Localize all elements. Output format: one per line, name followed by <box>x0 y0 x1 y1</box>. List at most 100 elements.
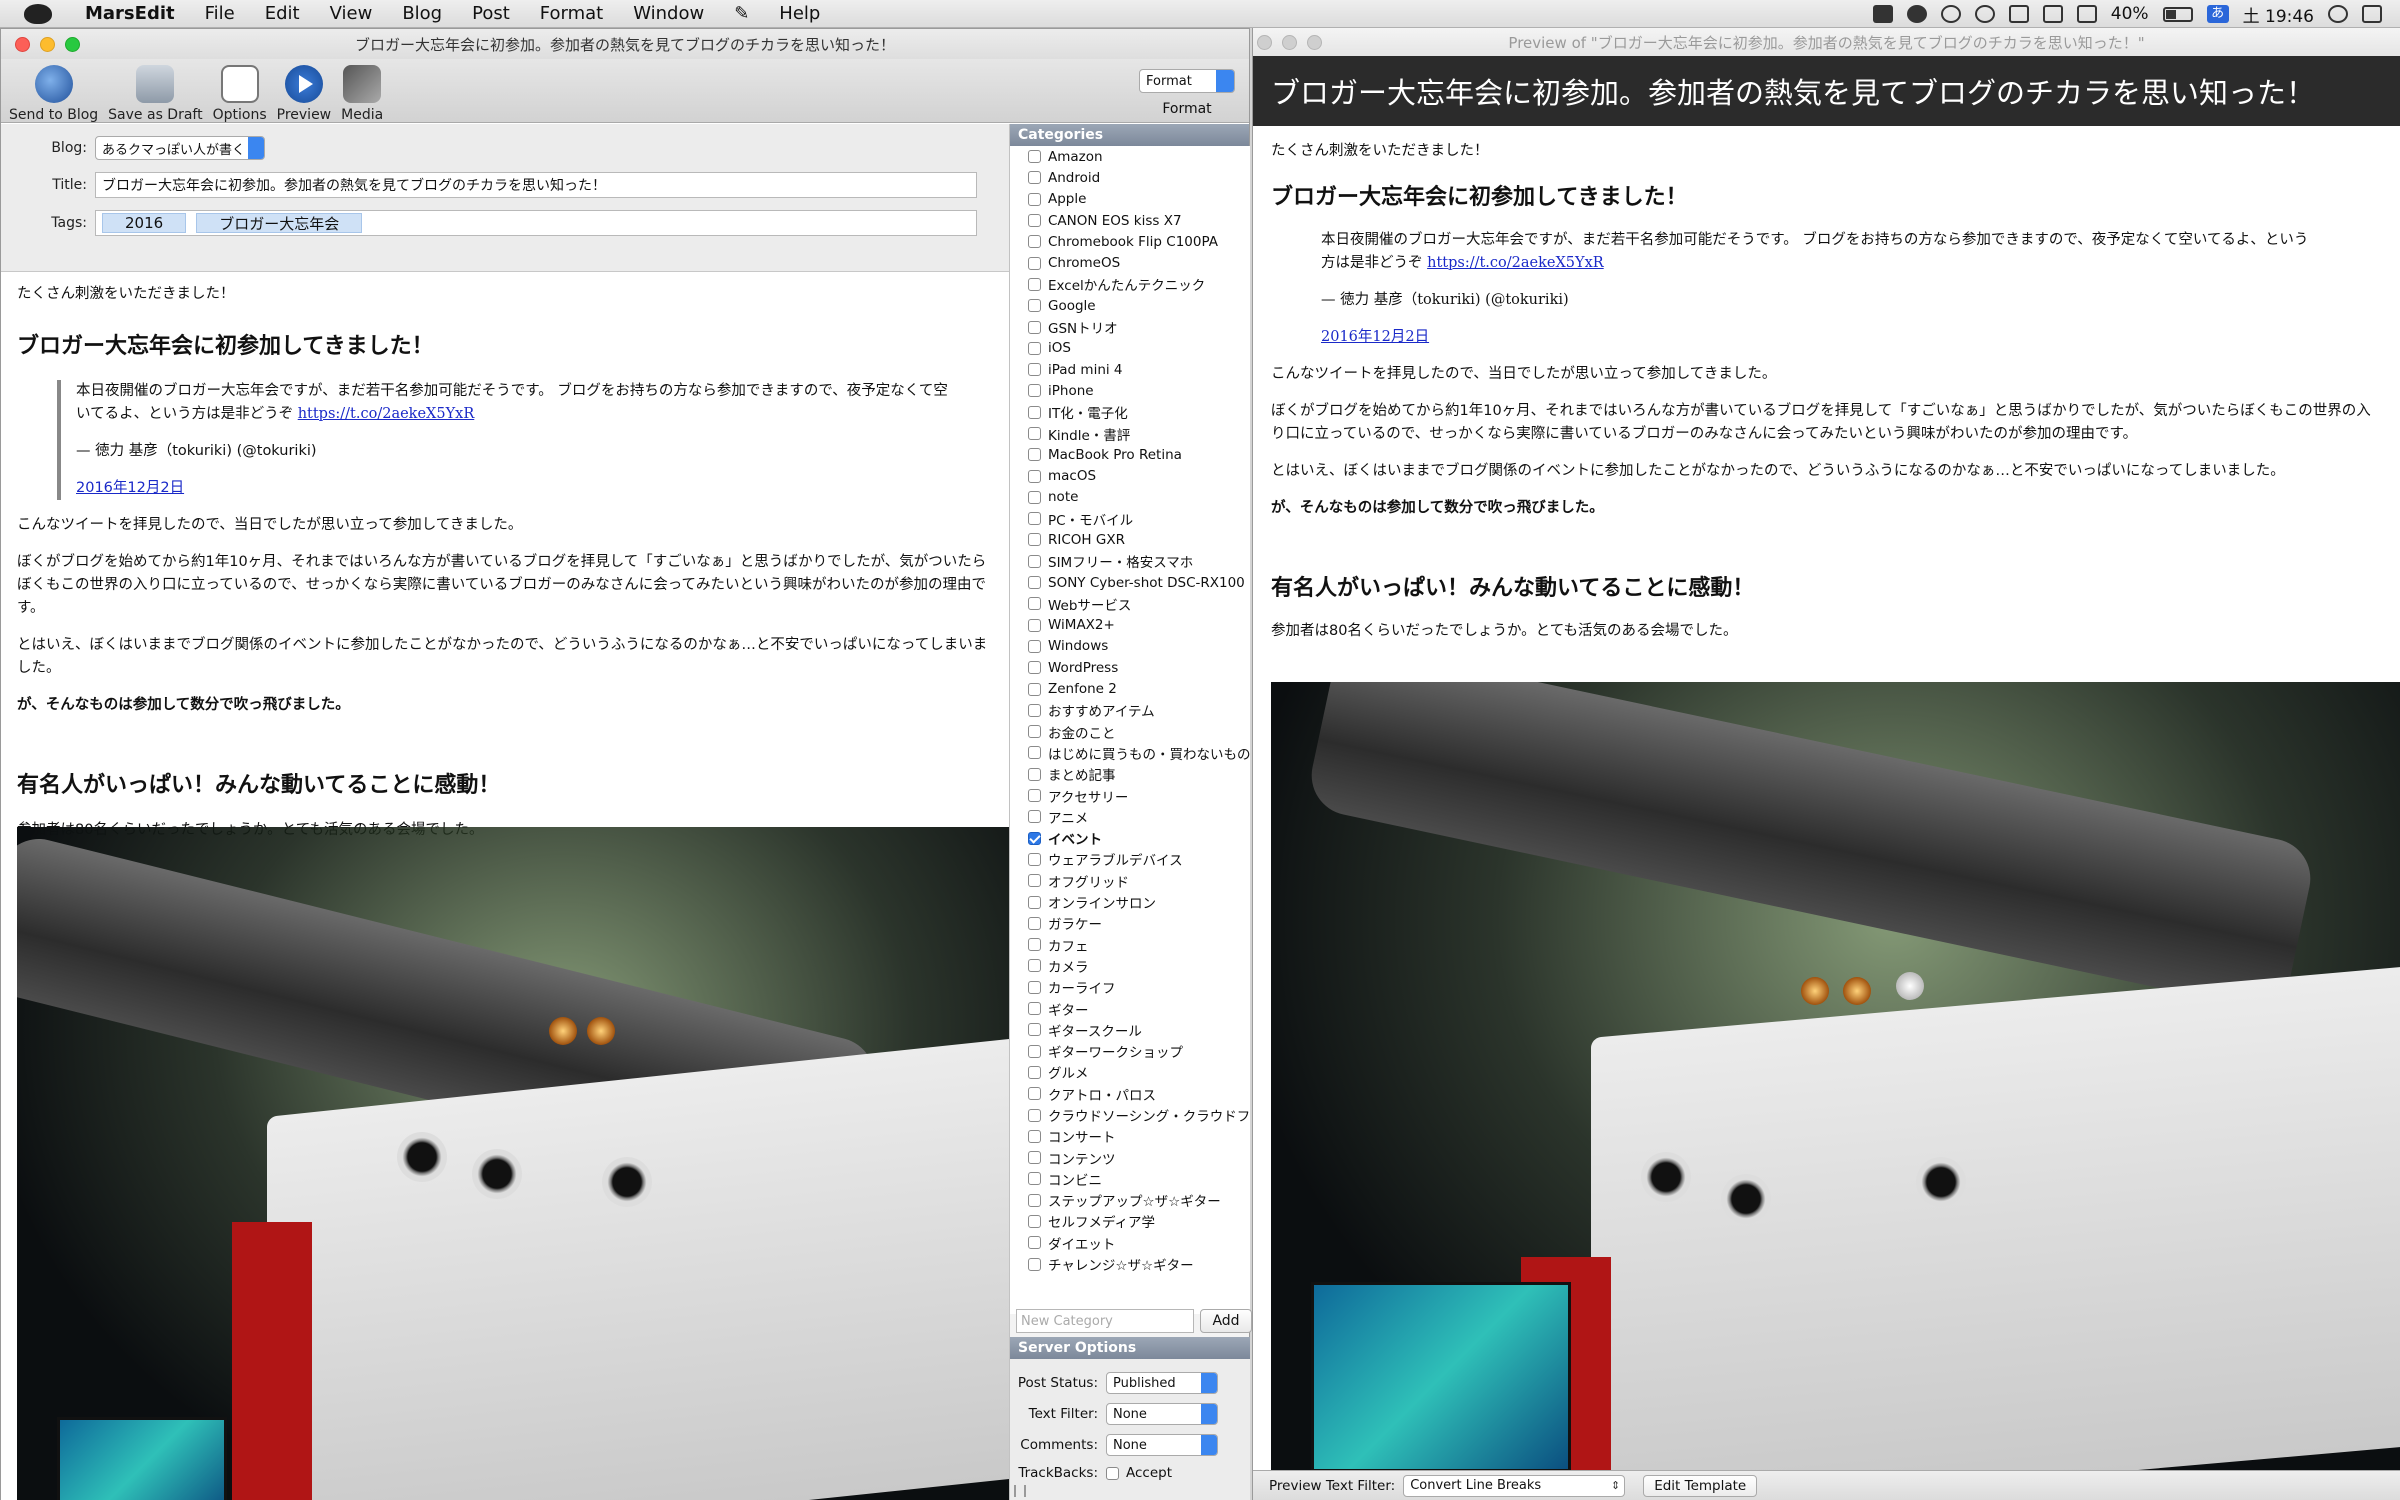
zoom-button[interactable] <box>1307 35 1322 50</box>
accept-trackbacks-checkbox[interactable] <box>1106 1466 1119 1480</box>
category-checkbox[interactable] <box>1028 916 1041 930</box>
category-item[interactable]: クアトロ・パロス <box>1010 1083 1250 1104</box>
category-checkbox[interactable] <box>1028 980 1041 994</box>
category-checkbox[interactable] <box>1028 320 1041 334</box>
category-checkbox[interactable] <box>1028 789 1041 803</box>
clock[interactable]: 土 19:46 <box>2243 2 2314 27</box>
category-item[interactable]: IT化・電子化 <box>1010 402 1250 423</box>
category-checkbox[interactable] <box>1028 427 1041 440</box>
category-checkbox[interactable] <box>1028 235 1041 249</box>
category-checkbox[interactable] <box>1028 1193 1041 1207</box>
category-checkbox[interactable] <box>1028 363 1041 377</box>
category-checkbox[interactable] <box>1028 938 1041 952</box>
category-checkbox[interactable] <box>1028 448 1041 462</box>
category-item[interactable]: Chromebook Flip C100PA <box>1010 231 1250 252</box>
category-item[interactable]: Amazon <box>1010 146 1250 167</box>
category-item[interactable]: WiMAX2+ <box>1010 615 1250 636</box>
quote-link[interactable]: https://t.co/2aekeX5YxR <box>298 406 475 422</box>
category-checkbox[interactable] <box>1028 852 1041 866</box>
category-item[interactable]: オフグリッド <box>1010 870 1250 891</box>
blog-select[interactable]: あるクマっぽい人が書く <box>95 136 265 160</box>
preview-filter-select[interactable]: Convert Line Breaks ⇕ <box>1403 1474 1626 1497</box>
wifi-icon[interactable] <box>2042 5 2063 23</box>
category-checkbox[interactable] <box>1028 1172 1041 1186</box>
format-select[interactable]: Format <box>1139 69 1235 93</box>
category-checkbox[interactable] <box>1028 512 1041 526</box>
category-checkbox[interactable] <box>1028 597 1041 611</box>
category-checkbox[interactable] <box>1028 384 1041 398</box>
tags-field[interactable]: 2016 ブロガー大忘年会 <box>95 210 977 236</box>
category-checkbox[interactable] <box>1028 874 1041 888</box>
category-checkbox[interactable] <box>1028 767 1041 781</box>
category-item[interactable]: イベント <box>1010 828 1250 849</box>
notification-center-icon[interactable] <box>2362 5 2382 23</box>
category-checkbox[interactable] <box>1028 299 1041 313</box>
menu-file[interactable]: File <box>190 3 250 24</box>
category-item[interactable]: Apple <box>1010 189 1250 210</box>
category-checkbox[interactable] <box>1028 959 1041 973</box>
category-checkbox[interactable] <box>1028 1214 1041 1228</box>
category-checkbox[interactable] <box>1028 746 1041 760</box>
spotlight-icon[interactable] <box>2328 5 2348 23</box>
category-item[interactable]: PC・モバイル <box>1010 508 1250 529</box>
category-item[interactable]: WordPress <box>1010 657 1250 678</box>
category-item[interactable]: ウェアラブルデバイス <box>1010 849 1250 870</box>
category-checkbox[interactable] <box>1028 405 1041 419</box>
category-item[interactable]: iPhone <box>1010 380 1250 401</box>
category-item[interactable]: オンラインサロン <box>1010 891 1250 912</box>
category-item[interactable]: note <box>1010 487 1250 508</box>
preview-button[interactable]: Preview <box>277 59 331 123</box>
category-checkbox[interactable] <box>1028 831 1041 845</box>
category-checkbox[interactable] <box>1028 554 1041 568</box>
category-checkbox[interactable] <box>1028 725 1041 739</box>
menu-post[interactable]: Post <box>457 3 525 24</box>
category-item[interactable]: はじめに買うもの・買わないもの <box>1010 742 1250 763</box>
category-item[interactable]: カーライフ <box>1010 977 1250 998</box>
category-item[interactable]: カメラ <box>1010 955 1250 976</box>
category-item[interactable]: Windows <box>1010 636 1250 657</box>
category-item[interactable]: Webサービス <box>1010 593 1250 614</box>
category-item[interactable]: おすすめアイテム <box>1010 700 1250 721</box>
category-checkbox[interactable] <box>1028 618 1041 632</box>
category-item[interactable]: コンビニ <box>1010 1168 1250 1189</box>
script-menu-icon[interactable]: ✎ <box>719 3 764 24</box>
minimize-button[interactable] <box>1282 35 1297 50</box>
category-checkbox[interactable] <box>1028 192 1041 206</box>
add-category-button[interactable]: Add <box>1200 1309 1252 1333</box>
post-status-select[interactable]: Published <box>1106 1372 1218 1394</box>
category-checkbox[interactable] <box>1028 1002 1041 1016</box>
category-item[interactable]: セルフメディア学 <box>1010 1211 1250 1232</box>
category-checkbox[interactable] <box>1028 341 1041 355</box>
apple-menu-icon[interactable] <box>24 3 52 24</box>
twitter-icon[interactable] <box>1872 5 1893 23</box>
category-item[interactable]: クラウドソーシング・クラウドファンディング <box>1010 1104 1250 1125</box>
category-checkbox[interactable] <box>1028 1236 1041 1250</box>
new-category-input[interactable]: New Category <box>1016 1309 1194 1333</box>
category-checkbox[interactable] <box>1028 639 1041 653</box>
menu-window[interactable]: Window <box>618 3 719 24</box>
sync-icon[interactable] <box>1940 5 1961 23</box>
category-item[interactable]: iOS <box>1010 338 1250 359</box>
category-item[interactable]: コンサート <box>1010 1126 1250 1147</box>
category-checkbox[interactable] <box>1028 277 1041 291</box>
category-item[interactable]: macOS <box>1010 465 1250 486</box>
category-checkbox[interactable] <box>1028 150 1041 164</box>
category-item[interactable]: ダイエット <box>1010 1232 1250 1253</box>
category-item[interactable]: RICOH GXR <box>1010 529 1250 550</box>
category-checkbox[interactable] <box>1028 171 1041 185</box>
menu-view[interactable]: View <box>315 3 388 24</box>
category-item[interactable]: CANON EOS kiss X7 <box>1010 210 1250 231</box>
category-item[interactable]: カフェ <box>1010 934 1250 955</box>
category-item[interactable]: コンテンツ <box>1010 1147 1250 1168</box>
resize-handle-icon[interactable] <box>1014 1485 1026 1497</box>
quote-link[interactable]: https://t.co/2aekeX5YxR <box>1427 255 1604 271</box>
close-button[interactable] <box>1257 35 1272 50</box>
category-checkbox[interactable] <box>1028 214 1041 228</box>
airplay-icon[interactable] <box>2076 5 2097 23</box>
quote-date-link[interactable]: 2016年12月2日 <box>1321 329 1429 345</box>
category-item[interactable]: Kindle・書評 <box>1010 423 1250 444</box>
category-checkbox[interactable] <box>1028 1129 1041 1143</box>
close-button[interactable] <box>15 37 30 52</box>
category-item[interactable]: アニメ <box>1010 806 1250 827</box>
category-item[interactable]: チャレンジ☆ザ☆ギター <box>1010 1253 1250 1274</box>
